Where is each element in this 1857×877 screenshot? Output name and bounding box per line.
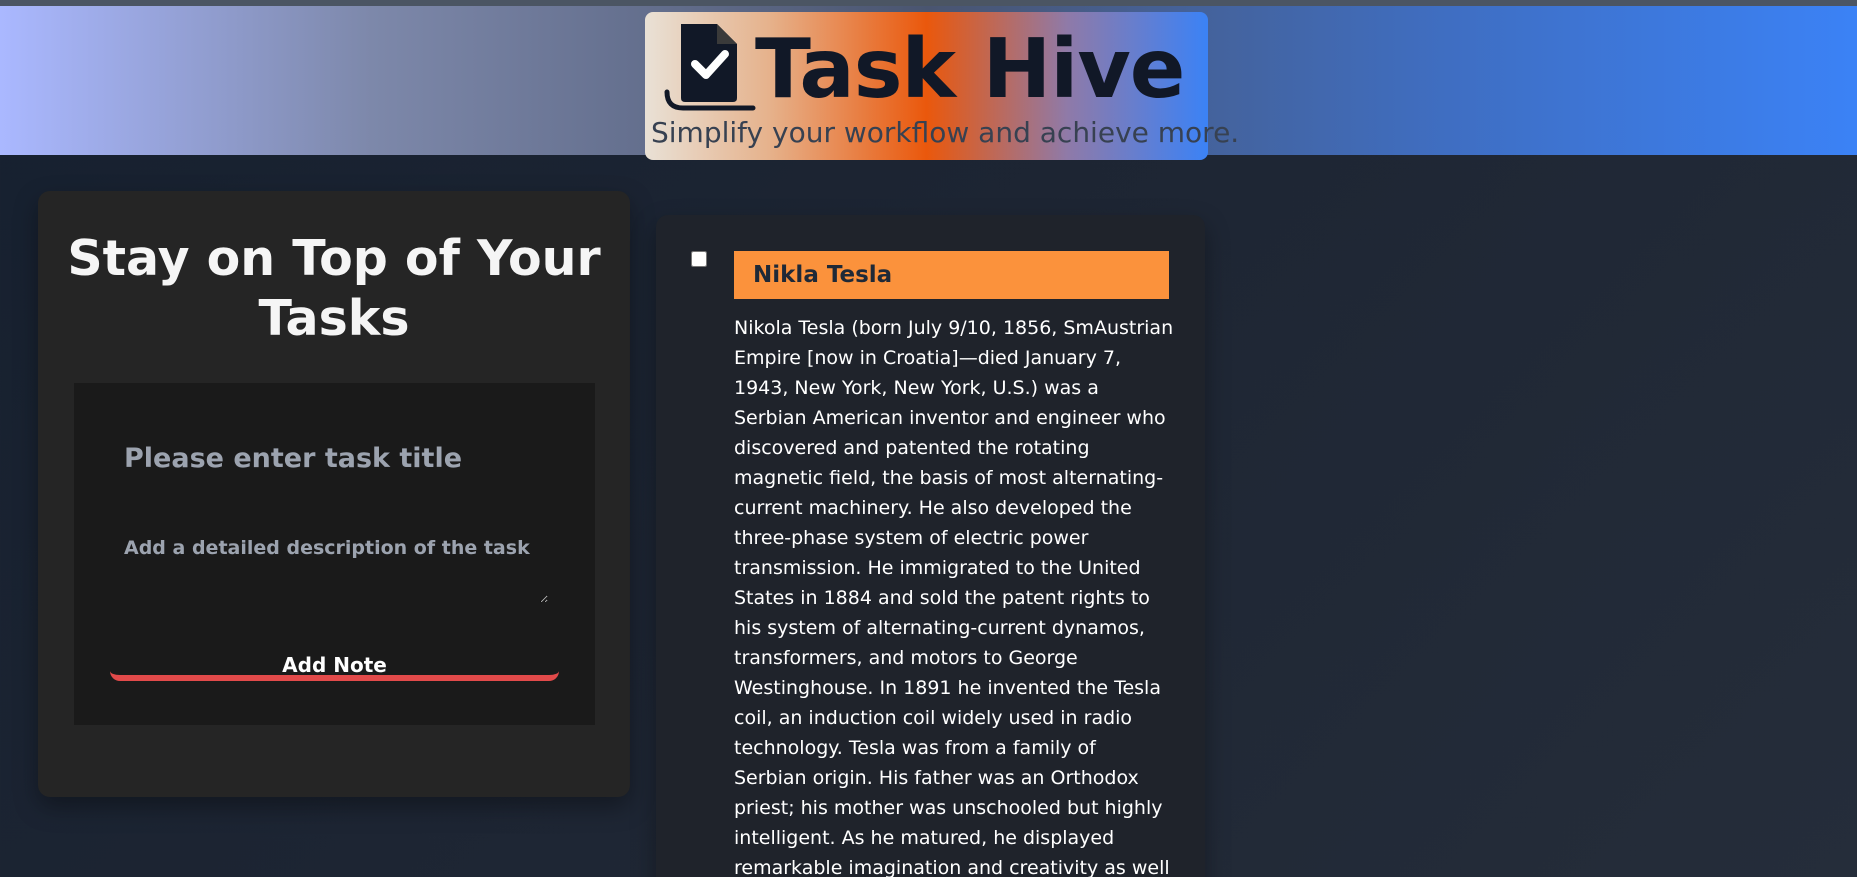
note-body: Nikola Tesla (born July 9/10, 1856, SmAu… <box>734 317 1174 877</box>
add-task-card: Stay on Top of Your Tasks Add Note <box>38 191 630 797</box>
add-note-button[interactable]: Add Note <box>110 653 559 681</box>
task-form: Add Note <box>74 383 595 725</box>
file-check-icon <box>664 24 756 111</box>
app-tagline: Simplify your workflow and achieve more. <box>651 116 1240 149</box>
note-card: Nikla Tesla Nikola Tesla (born July 9/10… <box>656 215 1205 877</box>
form-heading: Stay on Top of Your Tasks <box>67 230 601 347</box>
task-title-input[interactable] <box>124 433 554 483</box>
task-description-input[interactable] <box>124 537 548 603</box>
note-title: Nikla Tesla <box>734 251 1169 299</box>
app-title: Task Hive <box>755 22 1185 117</box>
brand-banner: Task Hive Simplify your workflow and ach… <box>645 12 1239 160</box>
note-complete-checkbox[interactable] <box>691 251 707 267</box>
app-header: Task Hive Simplify your workflow and ach… <box>0 6 1857 160</box>
